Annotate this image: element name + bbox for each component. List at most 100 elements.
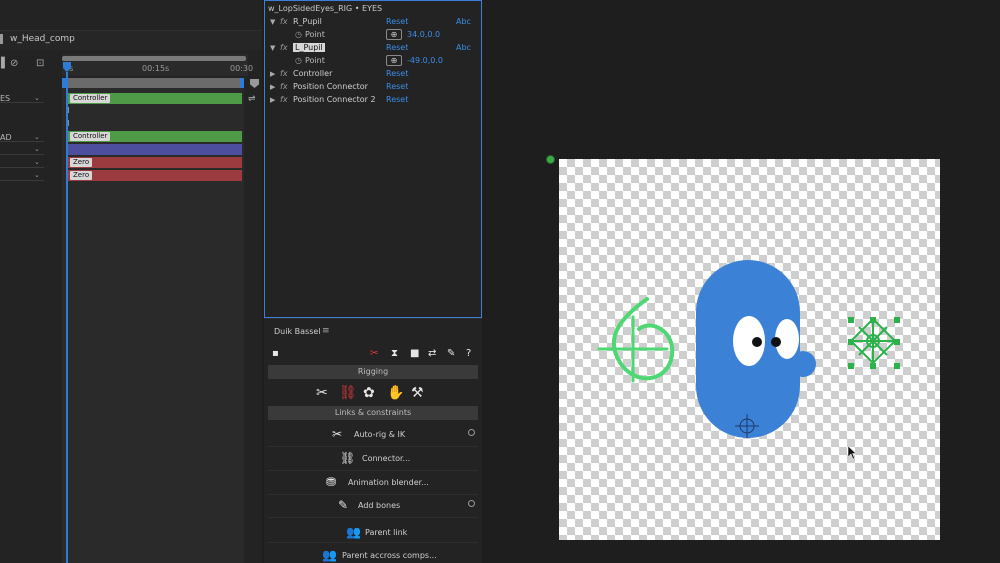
ik-icon[interactable]: ✂: [316, 385, 328, 401]
point-target-icon[interactable]: ⊕: [386, 55, 402, 66]
effect-name[interactable]: Controller: [293, 69, 332, 78]
divider: [268, 517, 478, 518]
rigging-tab-icon[interactable]: ✂: [370, 348, 378, 359]
layer-bar[interactable]: [66, 144, 242, 155]
about-link[interactable]: Abc: [456, 17, 471, 26]
property-row: ◷ Point ⊕ 34.0,0.0: [265, 29, 481, 42]
layer-bar[interactable]: Zero: [66, 157, 242, 168]
effect-row[interactable]: ▶ fx Controller Reset: [265, 68, 481, 81]
property-value[interactable]: -49.0,0.0: [407, 56, 443, 65]
collapse-triangle-icon[interactable]: ▶: [270, 70, 275, 78]
chevron-down-icon[interactable]: ⌄: [34, 94, 40, 102]
fx-switch-icon[interactable]: fx: [280, 82, 288, 91]
layer-bar[interactable]: Controller: [66, 93, 242, 104]
about-link[interactable]: Abc: [456, 43, 471, 52]
time-ruler[interactable]: 0s 00:15s 00:30: [62, 54, 253, 76]
layer-name[interactable]: ES: [0, 94, 10, 103]
button-label: Add bones: [358, 501, 401, 510]
options-icon[interactable]: [468, 429, 475, 436]
effect-name[interactable]: Position Connector: [293, 82, 368, 91]
parent-link-button[interactable]: 👥 Parent link: [268, 521, 478, 543]
notes-icon[interactable]: ▪: [272, 348, 279, 359]
options-icon[interactable]: [468, 500, 475, 507]
point-target-icon[interactable]: ⊕: [386, 29, 402, 40]
pickwhip-icon[interactable]: ⇌: [248, 94, 256, 104]
camera-tab-icon[interactable]: ■: [410, 348, 419, 359]
selected-controller[interactable]: [848, 317, 900, 369]
property-row: ◷ Point ⊕ -49.0,0.0: [265, 55, 481, 68]
reset-link[interactable]: Reset: [386, 69, 408, 78]
parent-across-comps-button[interactable]: 👥 Parent accross comps...: [268, 544, 478, 563]
property-value[interactable]: 34.0,0.0: [407, 30, 440, 39]
reset-link[interactable]: Reset: [386, 95, 408, 104]
property-name: Point: [305, 30, 325, 39]
layer-name[interactable]: AD: [0, 133, 12, 142]
auto-rig-button[interactable]: ✂ Auto-rig & IK: [268, 423, 478, 445]
composition-artwork: [597, 260, 900, 438]
effect-name[interactable]: R_Pupil: [293, 17, 322, 26]
mouse-cursor-icon: [848, 446, 856, 459]
links-icon[interactable]: ⛓: [339, 385, 357, 401]
layer-bar[interactable]: Controller: [66, 131, 242, 142]
property-name: Point: [305, 56, 325, 65]
tools-tab-icon[interactable]: ✎: [447, 348, 455, 359]
fx-switch-icon[interactable]: fx: [280, 69, 288, 78]
auto-rig-icon: ✂: [332, 427, 343, 441]
effect-row[interactable]: ▼ fx L_Pupil Reset Abc: [265, 42, 481, 55]
effect-row[interactable]: ▶ fx Position Connector Reset: [265, 81, 481, 94]
effect-controls-panel: w_LopSidedEyes_RIG • EYES ▼ fx R_Pupil R…: [264, 0, 482, 318]
chevron-down-icon[interactable]: ⌄: [34, 158, 40, 166]
animation-tab-icon[interactable]: ⧗: [391, 348, 398, 359]
character-head[interactable]: [696, 260, 816, 438]
tab-marker: [0, 34, 3, 44]
effect-row[interactable]: ▶ fx Position Connector 2 Reset: [265, 94, 481, 107]
effect-controls-title: w_LopSidedEyes_RIG • EYES: [268, 4, 383, 13]
comp-end-marker[interactable]: [250, 79, 259, 88]
work-area[interactable]: [62, 78, 244, 88]
controller-shape[interactable]: [597, 297, 675, 383]
collapse-triangle-icon[interactable]: ▶: [270, 83, 275, 91]
graph-editor-icon[interactable]: ⊡: [36, 58, 44, 69]
composition-viewer[interactable]: [484, 0, 1000, 563]
button-label: Animation blender...: [348, 478, 429, 487]
automation-icon[interactable]: ✿: [363, 385, 375, 401]
layer-bar[interactable]: Zero: [66, 170, 242, 181]
reset-link[interactable]: Reset: [386, 17, 408, 26]
expand-triangle-icon[interactable]: ▼: [270, 44, 275, 52]
null-anchor-handle[interactable]: [546, 155, 555, 164]
collapse-triangle-icon[interactable]: ▶: [270, 96, 275, 104]
effect-name-selected[interactable]: L_Pupil: [293, 43, 325, 52]
constraint-tools-icon[interactable]: ⚒: [411, 385, 424, 401]
help-icon[interactable]: ?: [466, 348, 471, 359]
effect-row[interactable]: ▼ fx R_Pupil Reset Abc: [265, 16, 481, 29]
connector-button[interactable]: ⛓ Connector...: [268, 447, 478, 469]
work-area-bar[interactable]: [62, 56, 246, 61]
effect-name[interactable]: Position Connector 2: [293, 95, 376, 104]
after-effects-workspace: w_Head_comp ▐ ⊘ ⊡ 0s 00:15s 00:30 ES ⌄ C…: [0, 0, 1000, 563]
add-bones-button[interactable]: ✎ Add bones: [268, 494, 478, 516]
layer-bar-tag: Controller: [70, 132, 111, 141]
fx-switch-icon[interactable]: fx: [280, 43, 288, 52]
reset-link[interactable]: Reset: [386, 43, 408, 52]
fx-switch-icon[interactable]: fx: [280, 95, 288, 104]
current-time-indicator[interactable]: [66, 72, 68, 563]
expand-triangle-icon[interactable]: ▼: [270, 18, 275, 26]
stopwatch-icon[interactable]: ◷: [295, 56, 302, 65]
fx-switch-icon[interactable]: fx: [280, 17, 288, 26]
layer-bar-tag: Zero: [70, 158, 93, 167]
panel-menu-icon[interactable]: ≡: [322, 326, 330, 336]
link-icon[interactable]: ⊘: [10, 58, 18, 69]
chevron-down-icon[interactable]: ⌄: [34, 145, 40, 153]
chevron-down-icon[interactable]: ⌄: [34, 133, 40, 141]
animation-blender-button[interactable]: ⛃ Animation blender...: [268, 471, 478, 493]
layer-bar-tag: Zero: [70, 171, 93, 180]
comp-tab[interactable]: w_Head_comp: [10, 34, 75, 44]
hand-icon[interactable]: ✋: [387, 385, 404, 401]
stopwatch-icon[interactable]: ◷: [295, 30, 302, 39]
duik-panel-title[interactable]: Duik Bassel: [274, 327, 321, 336]
io-tab-icon[interactable]: ⇄: [428, 348, 436, 359]
reset-link[interactable]: Reset: [386, 82, 408, 91]
shy-icon[interactable]: ▐: [0, 58, 5, 69]
chevron-down-icon[interactable]: ⌄: [34, 171, 40, 179]
composition-canvas[interactable]: [559, 159, 940, 540]
